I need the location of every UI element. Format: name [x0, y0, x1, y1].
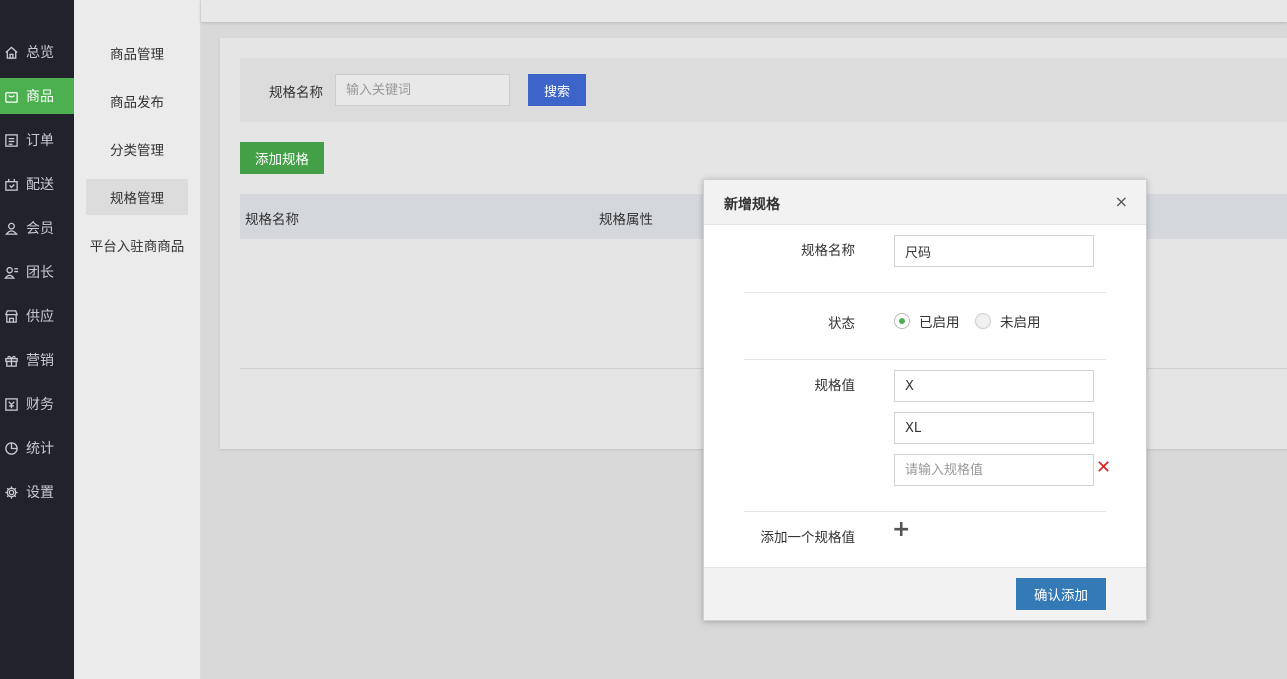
user-icon	[2, 219, 20, 237]
nav-item-label: 总览	[26, 45, 54, 61]
delivery-icon	[2, 175, 20, 193]
plus-icon[interactable]: +	[892, 519, 910, 541]
nav-item-label: 财务	[26, 397, 54, 413]
subnav-item-merchant-products[interactable]: 平台入驻商商品	[86, 227, 188, 263]
nav-item-label: 会员	[26, 221, 54, 237]
pie-chart-icon	[2, 439, 20, 457]
add-spec-button[interactable]: 添加规格	[240, 142, 324, 174]
radio-unchecked-icon	[975, 313, 991, 329]
status-label: 状态	[828, 316, 855, 332]
top-bar	[201, 0, 1287, 22]
radio-label: 未启用	[1000, 315, 1041, 331]
main-nav: 总览 商品 订单 配送 会员 团长 供应 营销 财务 统计 设置	[0, 0, 74, 679]
nav-item-label: 统计	[26, 441, 54, 457]
modal-footer: 确认添加	[704, 567, 1146, 620]
nav-item-settings[interactable]: 设置	[0, 474, 74, 510]
spec-name-label: 规格名称	[801, 243, 855, 259]
nav-item-label: 设置	[26, 485, 54, 501]
column-header-spec-attributes: 规格属性	[599, 212, 653, 228]
spec-value-input[interactable]	[894, 412, 1094, 444]
gear-icon	[2, 483, 20, 501]
modal-header: 新增规格 ×	[704, 180, 1146, 225]
nav-item-finance[interactable]: 财务	[0, 386, 74, 422]
finance-icon	[2, 395, 20, 413]
remove-value-icon[interactable]: ✕	[1096, 457, 1111, 478]
nav-item-label: 订单	[26, 133, 54, 149]
nav-item-delivery[interactable]: 配送	[0, 166, 74, 202]
store-icon	[2, 307, 20, 325]
add-spec-modal: 新增规格 × 规格名称 状态 已启用 未启用 规格值 ✕ 添加一个规格值 + 确…	[703, 179, 1147, 621]
status-radio-disabled[interactable]: 未启用	[975, 311, 1041, 331]
modal-title: 新增规格	[724, 197, 780, 213]
spec-value-input[interactable]	[894, 370, 1094, 402]
search-label: 规格名称	[269, 85, 323, 101]
divider	[744, 292, 1106, 293]
divider	[744, 511, 1106, 512]
nav-item-label: 团长	[26, 265, 54, 281]
divider	[744, 359, 1106, 360]
gift-icon	[2, 351, 20, 369]
status-radio-enabled[interactable]: 已启用	[894, 311, 960, 331]
home-icon	[2, 43, 20, 61]
spec-name-input[interactable]	[894, 235, 1094, 267]
subnav-item-product-management[interactable]: 商品管理	[86, 35, 188, 71]
search-input[interactable]	[335, 74, 510, 106]
nav-item-members[interactable]: 会员	[0, 210, 74, 246]
radio-label: 已启用	[919, 315, 960, 331]
spec-value-input[interactable]	[894, 454, 1094, 486]
close-icon[interactable]: ×	[1115, 192, 1128, 211]
nav-item-marketing[interactable]: 营销	[0, 342, 74, 378]
search-button[interactable]: 搜索	[528, 74, 586, 106]
nav-item-statistics[interactable]: 统计	[0, 430, 74, 466]
radio-checked-icon	[894, 313, 910, 329]
nav-item-supply[interactable]: 供应	[0, 298, 74, 334]
subnav-item-category-management[interactable]: 分类管理	[86, 131, 188, 167]
order-icon	[2, 131, 20, 149]
subnav-item-product-publish[interactable]: 商品发布	[86, 83, 188, 119]
nav-item-orders[interactable]: 订单	[0, 122, 74, 158]
nav-item-overview[interactable]: 总览	[0, 34, 74, 70]
nav-item-label: 配送	[26, 177, 54, 193]
column-header-spec-name: 规格名称	[245, 212, 299, 228]
nav-item-label: 商品	[26, 89, 54, 105]
nav-item-label: 供应	[26, 309, 54, 325]
sub-nav: 商品管理 商品发布 分类管理 规格管理 平台入驻商商品	[74, 0, 201, 679]
subnav-item-spec-management[interactable]: 规格管理	[86, 179, 188, 215]
leader-icon	[2, 263, 20, 281]
confirm-add-button[interactable]: 确认添加	[1016, 578, 1106, 610]
bag-icon	[2, 87, 20, 105]
add-value-label: 添加一个规格值	[760, 530, 856, 546]
spec-values-label: 规格值	[814, 378, 856, 394]
search-bar: 规格名称 搜索	[240, 58, 1287, 122]
nav-item-label: 营销	[26, 353, 54, 369]
nav-item-leaders[interactable]: 团长	[0, 254, 74, 290]
nav-item-products[interactable]: 商品	[0, 78, 74, 114]
